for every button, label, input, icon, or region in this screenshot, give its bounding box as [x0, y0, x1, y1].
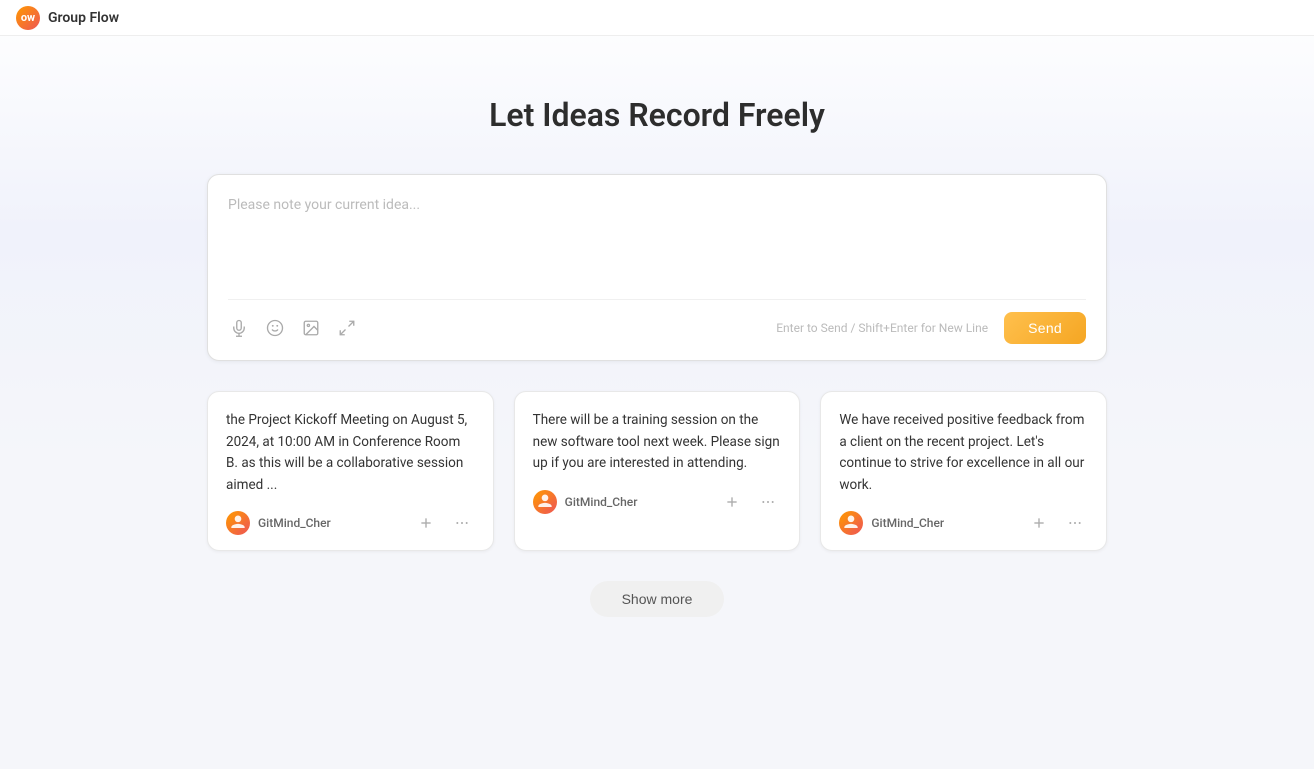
input-toolbar: Enter to Send / Shift+Enter for New Line… — [228, 299, 1086, 344]
card-text: We have received positive feedback from … — [839, 410, 1088, 496]
toolbar-right: Enter to Send / Shift+Enter for New Line… — [776, 312, 1086, 344]
idea-card: There will be a training session on the … — [514, 391, 801, 551]
more-action-button[interactable] — [755, 489, 781, 515]
user-name: GitMind_Cher — [258, 516, 331, 530]
card-text: There will be a training session on the … — [533, 410, 782, 475]
card-text: the Project Kickoff Meeting on August 5,… — [226, 410, 475, 496]
show-more-button[interactable]: Show more — [590, 581, 725, 617]
more-action-button[interactable] — [449, 510, 475, 536]
user-info: GitMind_Cher — [226, 511, 331, 535]
idea-input[interactable] — [228, 195, 1086, 285]
send-button[interactable]: Send — [1004, 312, 1086, 344]
user-name: GitMind_Cher — [871, 516, 944, 530]
expand-icon[interactable] — [336, 317, 358, 339]
toolbar-left — [228, 317, 358, 339]
add-action-button[interactable] — [719, 489, 745, 515]
app-name: Group Flow — [48, 10, 119, 26]
avatar — [839, 511, 863, 535]
card-footer: GitMind_Cher — [839, 510, 1088, 536]
card-footer: GitMind_Cher — [533, 489, 782, 515]
card-actions — [1026, 510, 1088, 536]
user-info: GitMind_Cher — [533, 490, 638, 514]
mic-icon[interactable] — [228, 317, 250, 339]
idea-card: the Project Kickoff Meeting on August 5,… — [207, 391, 494, 551]
logo-area: ow Group Flow — [16, 6, 119, 30]
more-action-button[interactable] — [1062, 510, 1088, 536]
card-actions — [719, 489, 781, 515]
user-info: GitMind_Cher — [839, 511, 944, 535]
keyboard-hint: Enter to Send / Shift+Enter for New Line — [776, 321, 988, 335]
hero-title: Let Ideas Record Freely — [489, 96, 825, 134]
avatar — [533, 490, 557, 514]
main-content: Let Ideas Record Freely — [0, 36, 1314, 657]
add-action-button[interactable] — [1026, 510, 1052, 536]
logo-icon: ow — [16, 6, 40, 30]
avatar — [226, 511, 250, 535]
card-actions — [413, 510, 475, 536]
card-footer: GitMind_Cher — [226, 510, 475, 536]
idea-card: We have received positive feedback from … — [820, 391, 1107, 551]
user-name: GitMind_Cher — [565, 495, 638, 509]
cards-row: the Project Kickoff Meeting on August 5,… — [207, 391, 1107, 551]
emoji-icon[interactable] — [264, 317, 286, 339]
add-action-button[interactable] — [413, 510, 439, 536]
input-card: Enter to Send / Shift+Enter for New Line… — [207, 174, 1107, 361]
image-icon[interactable] — [300, 317, 322, 339]
top-bar: ow Group Flow — [0, 0, 1314, 36]
